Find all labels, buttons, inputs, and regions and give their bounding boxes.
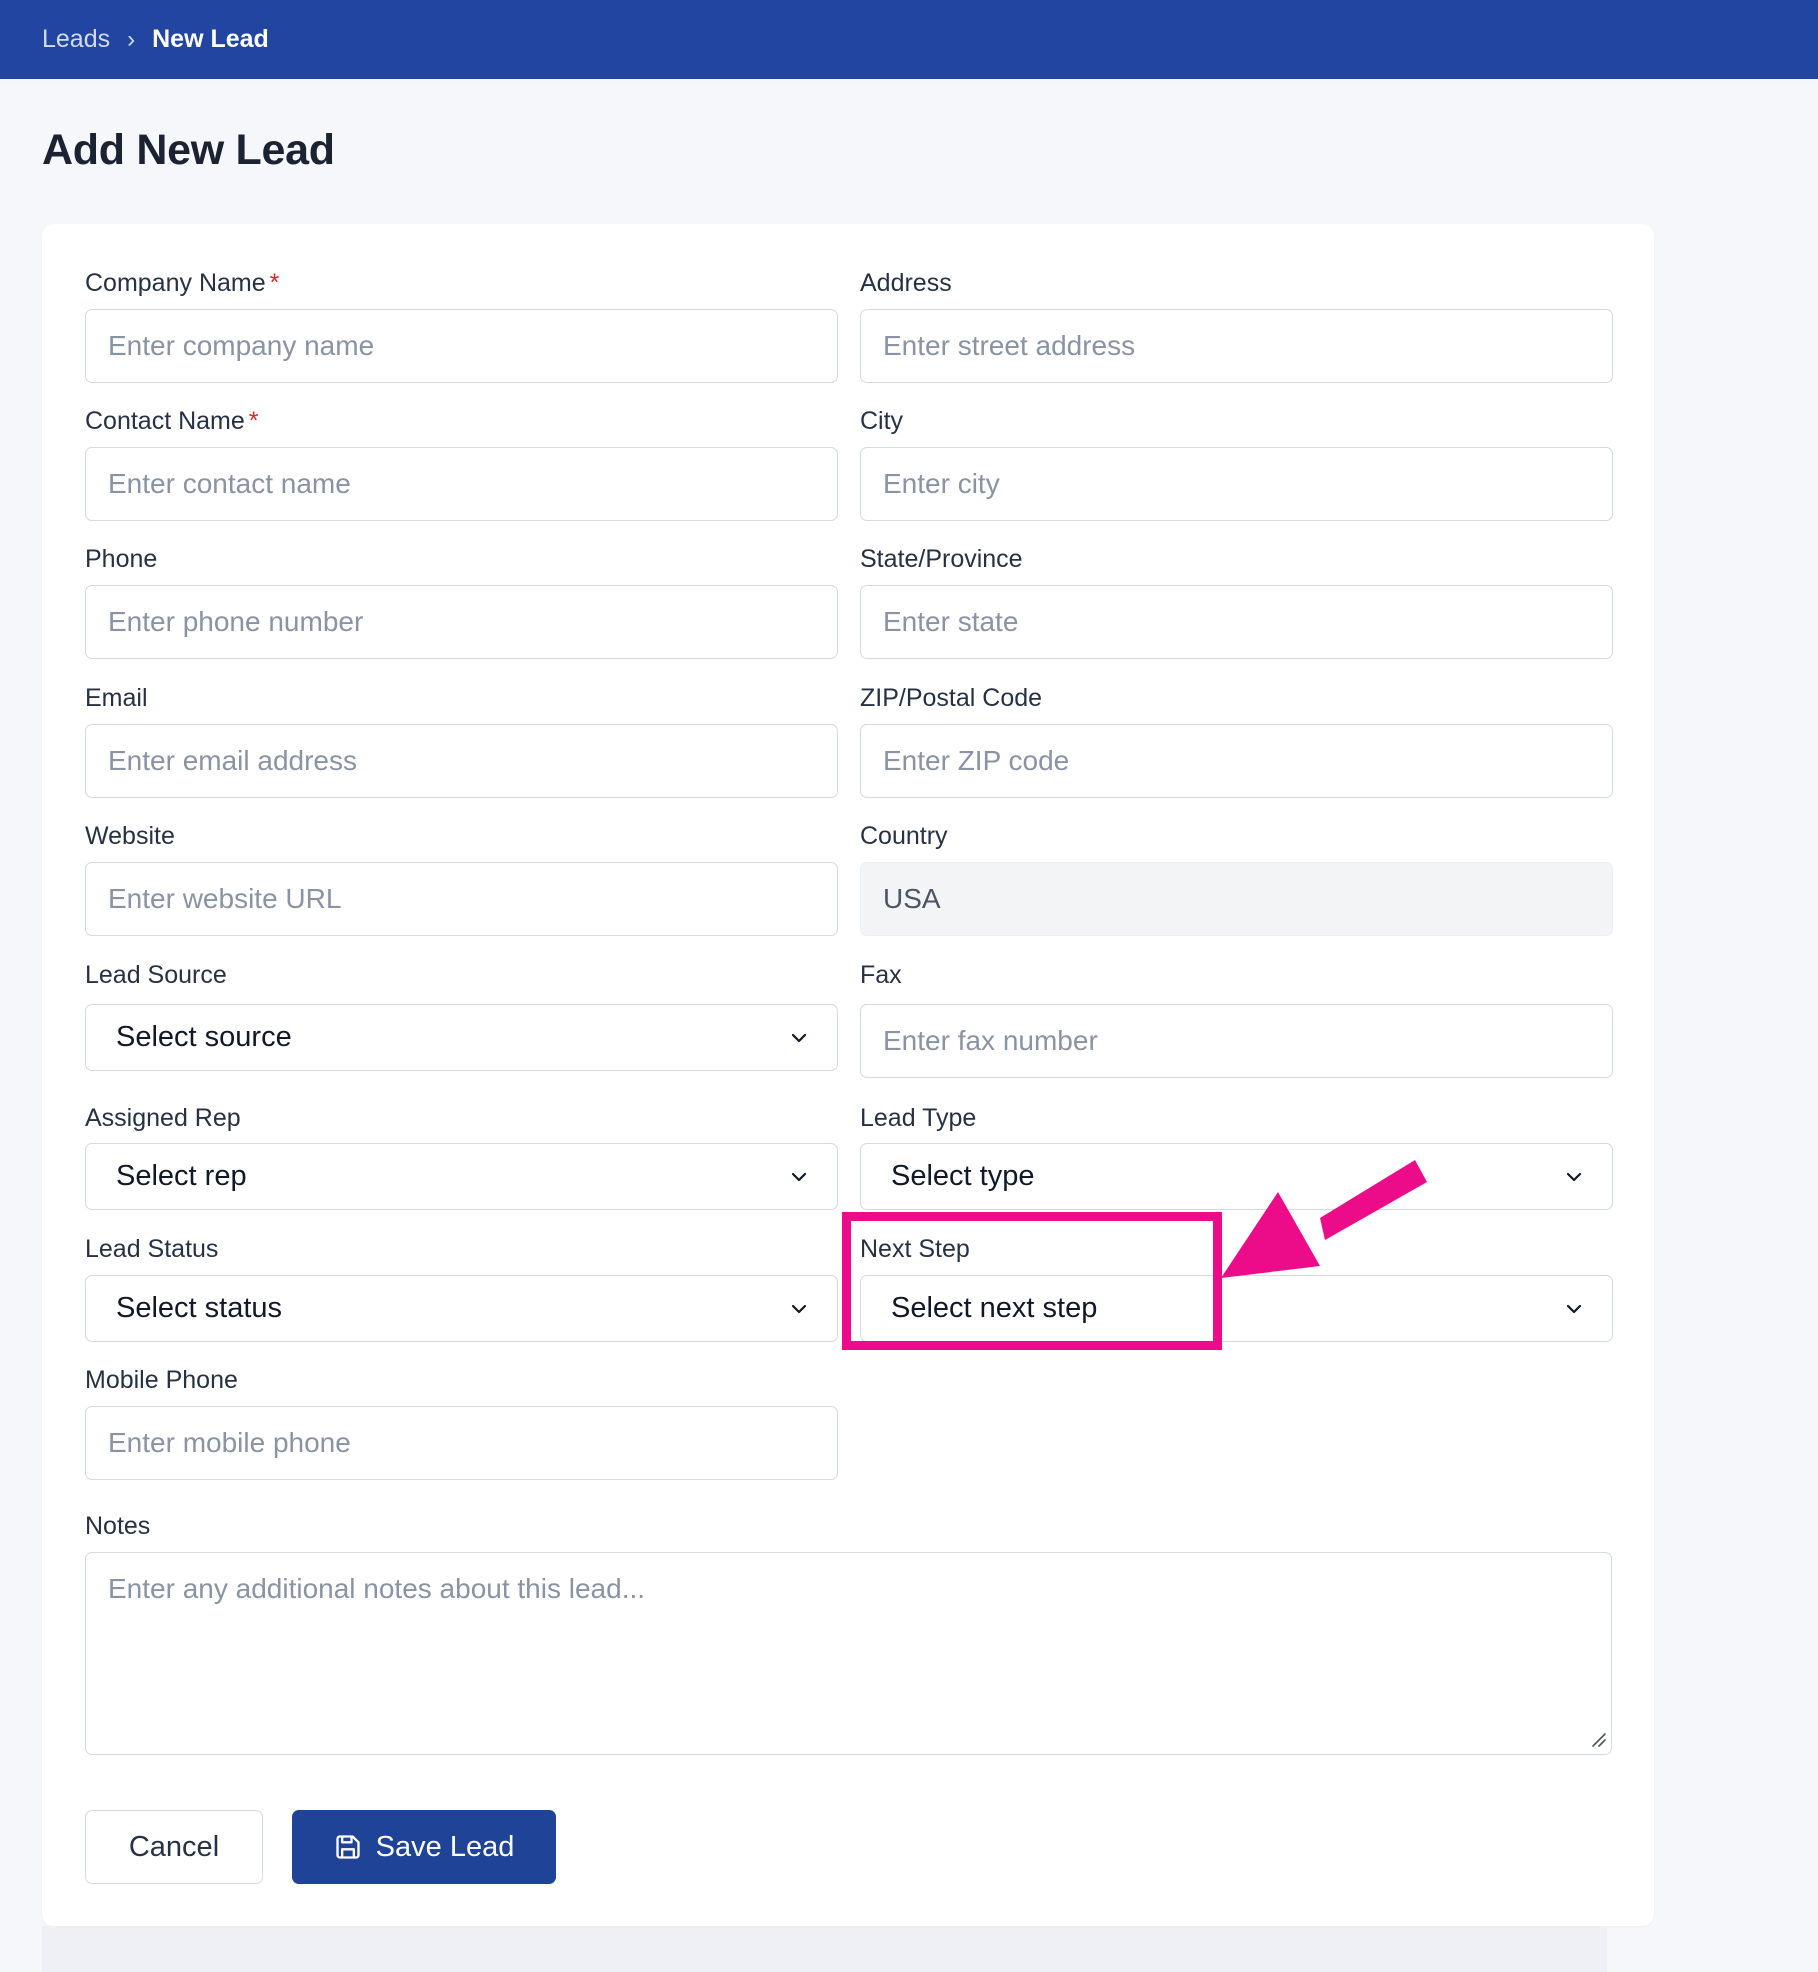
assigned-rep-selected: Select rep [116,1160,247,1192]
lead-type-selected: Select type [891,1160,1035,1192]
resize-grip-icon[interactable] [1589,1730,1607,1748]
fax-field: Fax [860,960,902,990]
chevron-down-icon [1566,1304,1582,1313]
phone-label: Phone [85,545,158,573]
lead-status-field: Lead Status [85,1234,218,1264]
lead-type-label: Lead Type [860,1104,977,1132]
cancel-button[interactable]: Cancel [85,1810,263,1884]
city-field: City [860,406,903,436]
chevron-down-icon [791,1304,807,1313]
lead-source-select[interactable]: Select source [85,1004,838,1071]
lead-type-field: Lead Type [860,1103,976,1133]
lead-status-label: Lead Status [85,1235,219,1263]
company-name-input[interactable] [85,309,838,383]
notes-textarea[interactable] [85,1552,1612,1755]
mobile-phone-field: Mobile Phone [85,1365,238,1395]
city-input[interactable] [860,447,1613,521]
chevron-down-icon [1566,1172,1582,1181]
country-label: Country [860,822,948,850]
email-label: Email [85,684,148,712]
phone-input[interactable] [85,585,838,659]
assigned-rep-label: Assigned Rep [85,1104,241,1132]
assigned-rep-field: Assigned Rep [85,1103,241,1133]
zip-label: ZIP/Postal Code [860,684,1043,712]
top-bar: Leads › New Lead [0,0,1818,79]
breadcrumb: Leads › New Lead [42,25,269,54]
country-field: Country [860,821,948,851]
lead-type-select[interactable]: Select type [860,1143,1613,1210]
address-input[interactable] [860,309,1613,383]
save-lead-label: Save Lead [375,1830,515,1863]
contact-name-label: Contact Name * [85,407,259,435]
lead-source-field: Lead Source [85,960,227,990]
breadcrumb-current: New Lead [152,25,269,53]
contact-name-input[interactable] [85,447,838,521]
state-field: State/Province [860,544,1023,574]
notes-label: Notes [85,1512,151,1540]
mobile-phone-input[interactable] [85,1406,838,1480]
company-name-field: Company Name * [85,268,279,298]
state-label: State/Province [860,545,1023,573]
assigned-rep-select[interactable]: Select rep [85,1143,838,1210]
lead-source-selected: Select source [116,1021,292,1053]
required-mark: * [269,269,280,297]
phone-field: Phone [85,544,157,574]
next-step-label: Next Step [860,1235,970,1263]
save-lead-button[interactable]: Save Lead [292,1810,556,1884]
lead-status-selected: Select status [116,1292,283,1324]
address-field: Address [860,268,952,298]
country-input [860,862,1613,936]
email-field: Email [85,683,148,713]
notes-field: Notes [85,1511,150,1541]
next-step-select[interactable]: Select next step [860,1275,1613,1342]
chevron-down-icon [791,1172,807,1181]
fax-input[interactable] [860,1004,1613,1078]
city-label: City [860,407,904,435]
website-field: Website [85,821,175,851]
card-bottom-strip [42,1926,1607,1972]
required-mark: * [248,407,259,435]
lead-status-select[interactable]: Select status [85,1275,838,1342]
fax-label: Fax [860,961,902,989]
contact-name-field: Contact Name * [85,406,259,436]
email-input[interactable] [85,724,838,798]
company-name-label: Company Name * [85,269,280,297]
state-input[interactable] [860,585,1613,659]
website-input[interactable] [85,862,838,936]
save-icon [335,1835,360,1859]
zip-input[interactable] [860,724,1613,798]
page-title: Add New Lead [42,126,335,174]
zip-field: ZIP/Postal Code [860,683,1042,713]
chevron-down-icon [791,1033,807,1042]
website-label: Website [85,822,175,850]
lead-source-label: Lead Source [85,961,227,989]
breadcrumb-leads-link[interactable]: Leads [42,25,110,54]
next-step-field: Next Step [860,1234,970,1264]
address-label: Address [860,269,952,297]
breadcrumb-separator: › [127,25,136,53]
next-step-selected: Select next step [891,1292,1098,1324]
mobile-phone-label: Mobile Phone [85,1366,238,1394]
